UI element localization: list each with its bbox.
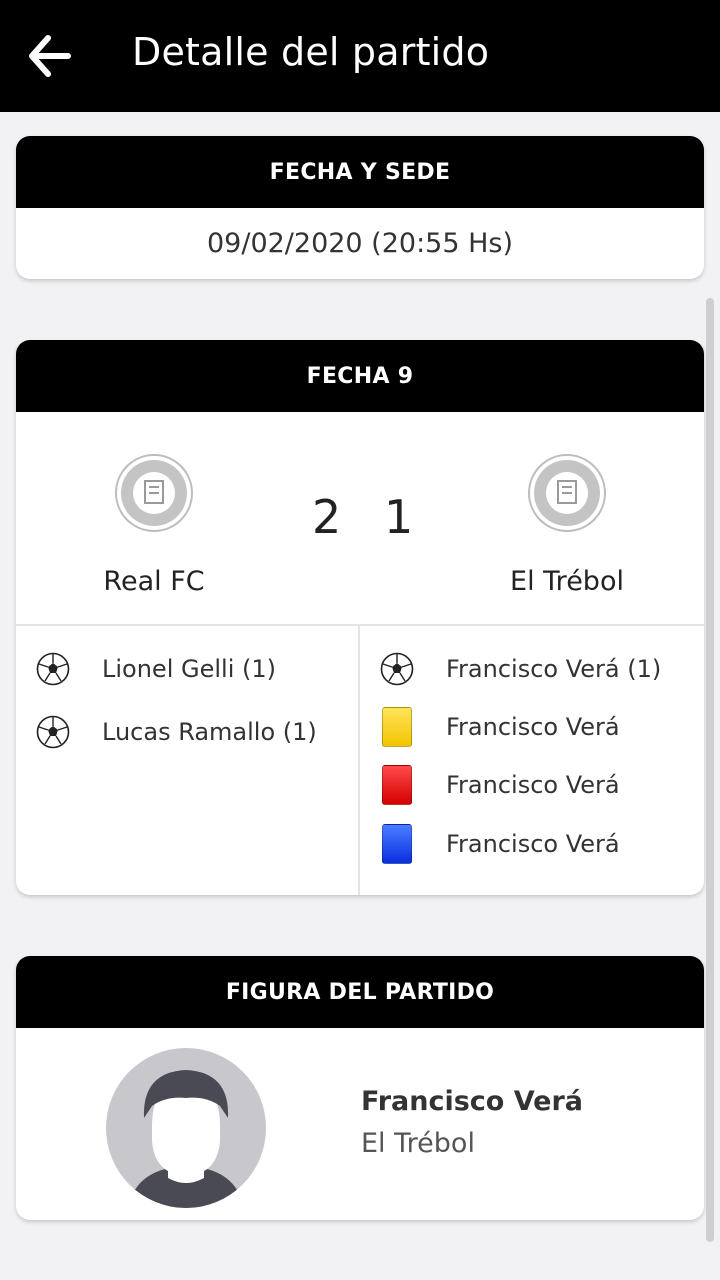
away-event-yellow-card: Francisco Verá: [380, 707, 620, 747]
event-text: Francisco Verá (1): [446, 655, 662, 683]
match-datetime: 09/02/2020 (20:55 Hs): [206, 228, 514, 259]
match-card: FECHA 9 2 1 Real FC El Trébol Lionel Gel…: [16, 340, 704, 895]
mvp-card: FIGURA DEL PARTIDO Francisco Verá El Tré…: [16, 956, 704, 1220]
app-bar: Detalle del partido: [0, 0, 720, 112]
home-score: 2: [312, 490, 342, 544]
home-event-goal: Lucas Ramallo (1): [36, 715, 317, 749]
event-text: Lucas Ramallo (1): [102, 718, 317, 746]
away-team-name: El Trébol: [510, 566, 624, 597]
away-score: 1: [384, 490, 414, 544]
date-card: FECHA Y SEDE 09/02/2020 (20:55 Hs): [16, 136, 704, 279]
away-event-red-card: Francisco Verá: [380, 765, 620, 805]
soccer-ball-icon: [380, 652, 414, 686]
soccer-ball-icon: [36, 715, 70, 749]
event-text: Francisco Verá: [446, 713, 620, 741]
page-title: Detalle del partido: [132, 30, 490, 74]
mvp-card-header: FIGURA DEL PARTIDO: [16, 956, 704, 1028]
events-divider: [358, 626, 360, 895]
home-event-goal: Lionel Gelli (1): [36, 652, 276, 686]
mvp-player-team: El Trébol: [361, 1128, 475, 1159]
blue-card-icon: [380, 824, 414, 864]
avatar: [106, 1048, 266, 1208]
scrollbar[interactable]: [706, 298, 714, 1242]
matchday-header: FECHA 9: [16, 340, 704, 412]
event-text: Francisco Verá: [446, 830, 620, 858]
date-card-header: FECHA Y SEDE: [16, 136, 704, 208]
event-text: Lionel Gelli (1): [102, 655, 276, 683]
away-event-blue-card: Francisco Verá: [380, 824, 620, 864]
red-card-icon: [380, 765, 414, 805]
back-button[interactable]: [26, 32, 74, 80]
home-team-name: Real FC: [103, 566, 205, 597]
home-crest-icon: [115, 454, 193, 532]
mvp-body: Francisco Verá El Trébol: [16, 1028, 704, 1220]
scoreboard: 2 1 Real FC El Trébol: [16, 412, 704, 626]
event-text: Francisco Verá: [446, 771, 620, 799]
yellow-card-icon: [380, 707, 414, 747]
match-events: Lionel Gelli (1) Lucas Ramallo (1) Franc…: [16, 626, 704, 895]
away-event-goal: Francisco Verá (1): [380, 652, 661, 686]
mvp-player-name: Francisco Verá: [361, 1086, 584, 1117]
soccer-ball-icon: [36, 652, 70, 686]
away-crest-icon: [528, 454, 606, 532]
arrow-left-icon: [29, 35, 71, 77]
